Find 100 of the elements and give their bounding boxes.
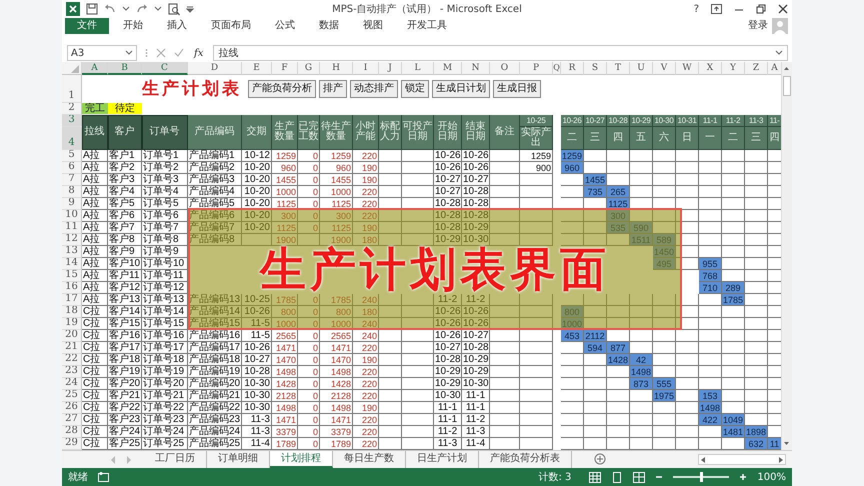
table-cell: 订单号14	[142, 306, 188, 318]
row-header[interactable]: 1	[62, 75, 82, 103]
table-cell: C拉	[82, 342, 108, 354]
table-header[interactable]: 交期	[242, 115, 272, 150]
column-header[interactable]: P	[520, 62, 553, 75]
ribbon-tab[interactable]: 开发工具	[397, 18, 457, 34]
restore-icon[interactable]	[756, 4, 766, 14]
column-header[interactable]: Y	[722, 62, 745, 75]
close-icon[interactable]	[778, 4, 788, 14]
formula-field[interactable]: 拉线	[213, 45, 788, 61]
row-header[interactable]: 4	[62, 127, 82, 150]
table-header[interactable]: 拉线	[82, 115, 108, 150]
table-cell: 1470	[320, 354, 353, 366]
vertical-scrollbar[interactable]	[781, 62, 792, 450]
column-header[interactable]: E	[242, 62, 272, 75]
zoom-in-icon[interactable]	[739, 473, 748, 481]
page-break-icon[interactable]	[633, 472, 646, 482]
redo-icon[interactable]	[136, 4, 148, 14]
column-header[interactable]: T	[607, 62, 630, 75]
macro-record-icon[interactable]	[98, 472, 109, 482]
table-cell: 1470	[272, 354, 298, 366]
table-header[interactable]: 可投产日期	[402, 115, 434, 150]
table-header[interactable]: 开始日期	[434, 115, 462, 150]
macro-button[interactable]: 生成日计划	[432, 80, 490, 98]
schedule-cell: 873	[630, 378, 653, 390]
table-header[interactable]: 生产数量	[272, 115, 298, 150]
table-header[interactable]: 订单号	[142, 115, 188, 150]
column-header[interactable]: X	[699, 62, 722, 75]
column-header[interactable]: I	[353, 62, 379, 75]
column-header[interactable]: B	[108, 62, 142, 75]
macro-button[interactable]: 锁定	[401, 80, 429, 98]
macro-button[interactable]: 生成日报	[493, 80, 541, 98]
macro-button[interactable]: 排产	[319, 80, 347, 98]
print-preview-icon[interactable]	[168, 2, 180, 16]
add-sheet-icon[interactable]	[594, 453, 606, 465]
table-header[interactable]: 备注	[490, 115, 520, 150]
table-header[interactable]: 已完工数	[298, 115, 320, 150]
table-header[interactable]: 实际产出	[520, 127, 553, 150]
excel-icon[interactable]	[66, 2, 80, 16]
row-header[interactable]: 7	[62, 174, 82, 186]
caret-icon[interactable]	[122, 5, 130, 13]
page-layout-icon[interactable]	[611, 472, 624, 482]
column-header[interactable]: J	[379, 62, 402, 75]
column-header[interactable]: Z	[745, 62, 768, 75]
table-cell: 0	[298, 342, 320, 354]
column-header[interactable]: V	[653, 62, 676, 75]
help-button[interactable]: ?	[694, 4, 699, 14]
table-cell	[402, 294, 434, 306]
column-header[interactable]: M	[434, 62, 462, 75]
undo-icon[interactable]	[104, 4, 116, 14]
table-header[interactable]: 小时产能	[353, 115, 379, 150]
row-header[interactable]: 5	[62, 150, 82, 162]
column-header[interactable]: C	[142, 62, 188, 75]
column-header[interactable]: S	[584, 62, 607, 75]
sheet-tab[interactable]: 计划排程	[270, 451, 333, 468]
column-header[interactable]: D	[188, 62, 242, 75]
ribbon-tab[interactable]: 视图	[353, 18, 393, 34]
column-header[interactable]: H	[320, 62, 353, 75]
scroll-thumb[interactable]	[783, 76, 791, 96]
table-cell	[379, 294, 402, 306]
macro-button[interactable]: 产能负荷分析	[248, 80, 316, 98]
customize-icon[interactable]	[186, 5, 194, 13]
caret-icon[interactable]	[125, 49, 133, 57]
table-header[interactable]: 客户	[108, 115, 142, 150]
file-menu-button[interactable]: 文件	[65, 18, 109, 34]
column-header[interactable]: F	[272, 62, 298, 75]
table-header[interactable]: 结束日期	[462, 115, 490, 150]
horizontal-scrollbar[interactable]	[698, 454, 786, 465]
table-header[interactable]: 待生产数量	[320, 115, 353, 150]
caret-icon[interactable]	[154, 5, 162, 13]
column-header[interactable]: L	[402, 62, 434, 75]
column-header[interactable]: O	[490, 62, 520, 75]
column-header[interactable]: A	[768, 62, 782, 75]
ribbon-tab[interactable]: 公式	[265, 18, 305, 34]
ribbon-tab[interactable]: 开始	[113, 18, 153, 34]
table-cell	[630, 162, 653, 174]
table-header[interactable]: 产品编码	[188, 115, 242, 150]
ribbon-tab[interactable]: 插入	[157, 18, 197, 34]
name-box[interactable]: A3	[67, 45, 137, 61]
column-header[interactable]: Q	[553, 62, 561, 75]
table-header[interactable]: 标配人力	[379, 115, 402, 150]
caret-icon[interactable]	[775, 49, 783, 57]
macro-button[interactable]: 动态排产	[350, 80, 398, 98]
column-header[interactable]: N	[462, 62, 490, 75]
zoom-slider-thumb[interactable]	[700, 472, 704, 482]
normal-view-icon[interactable]	[589, 472, 602, 482]
ribbon-tab[interactable]: 数据	[309, 18, 349, 34]
ribbon-tab[interactable]: 页面布局	[201, 18, 261, 34]
save-icon[interactable]	[86, 3, 98, 15]
scroll-right-icon[interactable]	[777, 456, 785, 464]
column-header[interactable]: A	[82, 62, 108, 75]
insert-function-button[interactable]: fx	[194, 48, 204, 58]
column-header[interactable]: W	[676, 62, 699, 75]
sign-in-link[interactable]: 登录	[748, 18, 768, 34]
scroll-left-icon[interactable]	[699, 456, 707, 464]
column-header[interactable]: U	[630, 62, 653, 75]
column-header[interactable]: G	[298, 62, 320, 75]
ribbon-display-icon[interactable]	[711, 4, 722, 14]
zoom-level[interactable]: 100%	[757, 472, 786, 482]
column-header[interactable]: R	[561, 62, 584, 75]
